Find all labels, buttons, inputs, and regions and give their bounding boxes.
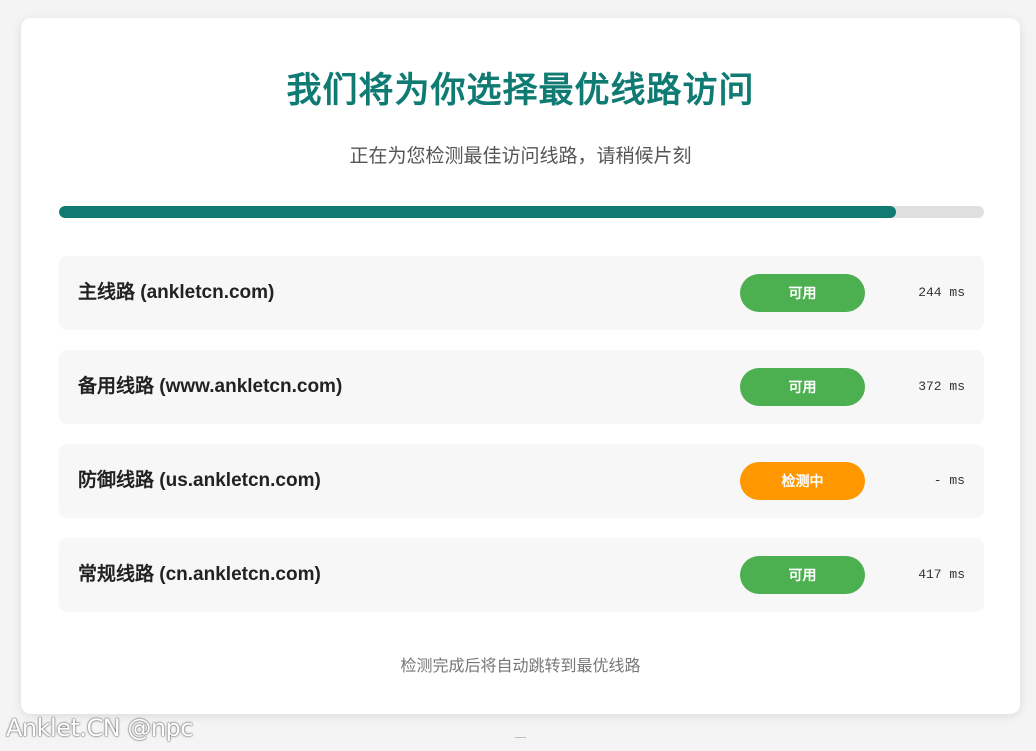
- route-item-backup[interactable]: 备用线路 (www.ankletcn.com) 可用 372 ms: [59, 350, 984, 424]
- status-badge: 可用: [740, 556, 865, 594]
- latency-value: 372 ms: [918, 379, 965, 394]
- latency-value: 244 ms: [918, 285, 965, 300]
- watermark: Anklet.CN @npc: [6, 714, 193, 742]
- status-badge: 检测中: [740, 462, 865, 500]
- page-subtitle: 正在为您检测最佳访问线路，请稍候片刻: [349, 146, 692, 167]
- route-name: 主线路 (ankletcn.com): [78, 282, 275, 303]
- status-badge: 可用: [740, 368, 865, 406]
- footer-note: 检测完成后将自动跳转到最优线路: [400, 658, 641, 675]
- route-item-main[interactable]: 主线路 (ankletcn.com) 可用 244 ms: [59, 256, 984, 330]
- divider: [515, 737, 526, 738]
- route-name: 备用线路 (www.ankletcn.com): [78, 376, 343, 397]
- route-selection-card: 我们将为你选择最优线路访问 正在为您检测最佳访问线路，请稍候片刻 主线路 (an…: [21, 18, 1020, 714]
- detection-progress-bar: [59, 206, 984, 218]
- route-item-defense[interactable]: 防御线路 (us.ankletcn.com) 检测中 - ms: [59, 444, 984, 518]
- route-list: 主线路 (ankletcn.com) 可用 244 ms 备用线路 (www.a…: [59, 256, 984, 632]
- route-item-regular[interactable]: 常规线路 (cn.ankletcn.com) 可用 417 ms: [59, 538, 984, 612]
- latency-value: 417 ms: [918, 567, 965, 582]
- page-title: 我们将为你选择最优线路访问: [286, 71, 755, 110]
- latency-value: - ms: [933, 473, 965, 488]
- status-badge: 可用: [740, 274, 865, 312]
- route-name: 防御线路 (us.ankletcn.com): [78, 470, 321, 491]
- route-name: 常规线路 (cn.ankletcn.com): [78, 564, 321, 585]
- progress-bar-fill: [59, 206, 897, 218]
